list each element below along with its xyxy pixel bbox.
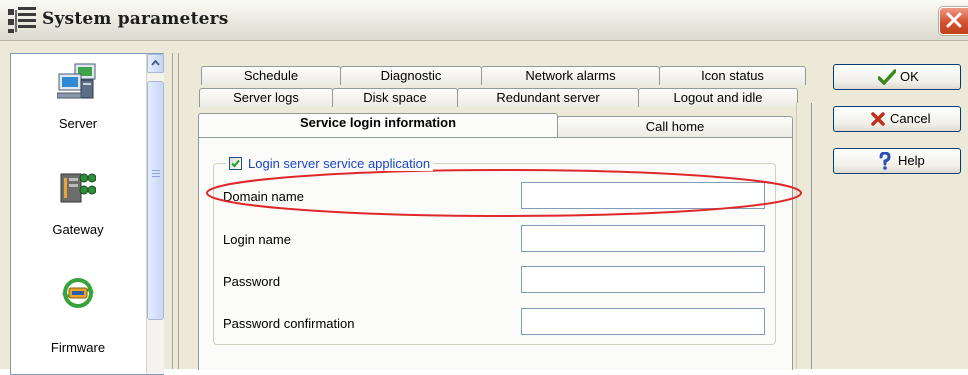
- group-title-text: Login server service application: [248, 156, 431, 171]
- login-name-label: Login name: [223, 232, 291, 247]
- cancel-x-icon: [871, 112, 885, 126]
- tab-redundant-server[interactable]: Redundant server: [457, 88, 639, 107]
- login-name-input[interactable]: [521, 225, 765, 252]
- sidebar-item-firmware[interactable]: Firmware: [11, 264, 145, 364]
- ok-button[interactable]: OK: [833, 64, 961, 90]
- cancel-label: Cancel: [890, 111, 931, 126]
- close-icon: [946, 12, 962, 28]
- domain-name-input[interactable]: [521, 182, 765, 209]
- firmware-icon: [62, 278, 94, 308]
- checkmark-icon: [231, 159, 240, 168]
- sidebar-item-server[interactable]: Server: [11, 54, 145, 144]
- login-service-checkbox[interactable]: [229, 157, 242, 170]
- password-label: Password: [223, 274, 281, 289]
- system-parameters-icon: [8, 7, 36, 33]
- window-title: System parameters: [42, 9, 229, 29]
- panel-divider: [178, 53, 179, 369]
- sidebar-item-label: Server: [58, 116, 98, 131]
- help-question-icon: [879, 152, 891, 170]
- tab-diagnostic[interactable]: Diagnostic: [340, 66, 482, 85]
- login-service-checkbox-label[interactable]: Login server service application: [226, 156, 434, 171]
- scroll-up-button[interactable]: [147, 54, 164, 73]
- password-input[interactable]: [521, 266, 765, 293]
- sidebar-item-gateway[interactable]: Gateway: [11, 154, 145, 244]
- gateway-icon: [60, 173, 96, 203]
- tab-panel-edge: [796, 103, 812, 369]
- help-button[interactable]: Help: [833, 148, 961, 174]
- tab-service-login-information[interactable]: Service login information: [198, 113, 558, 137]
- tab-disk-space[interactable]: Disk space: [332, 88, 458, 107]
- sidebar-item-label: Firmware: [50, 340, 106, 355]
- tab-call-home[interactable]: Call home: [557, 116, 793, 137]
- scroll-thumb[interactable]: [147, 81, 164, 320]
- ok-label: OK: [900, 69, 919, 84]
- password-confirmation-input[interactable]: [521, 308, 765, 335]
- tab-network-alarms[interactable]: Network alarms: [481, 66, 660, 85]
- tab-schedule[interactable]: Schedule: [201, 66, 341, 85]
- password-confirmation-label: Password confirmation: [223, 316, 355, 331]
- sidebar-item-label: Gateway: [52, 222, 104, 237]
- thumb-grip: [152, 173, 160, 174]
- tab-logout-and-idle[interactable]: Logout and idle: [638, 88, 798, 107]
- vertical-scrollbar[interactable]: [146, 54, 164, 374]
- checkmark-icon: [878, 69, 896, 85]
- chevron-up-icon: [151, 60, 160, 66]
- title-bar: System parameters: [0, 0, 968, 41]
- tab-server-logs[interactable]: Server logs: [199, 88, 333, 107]
- close-button[interactable]: [939, 7, 968, 35]
- panel-divider: [172, 53, 173, 369]
- server-icon: [57, 63, 96, 99]
- thumb-grip: [152, 170, 160, 171]
- help-label: Help: [898, 153, 925, 168]
- tab-icon-status[interactable]: Icon status: [659, 66, 806, 85]
- cancel-button[interactable]: Cancel: [833, 106, 961, 132]
- category-list: Server Gateway Firmware: [10, 53, 164, 375]
- thumb-grip: [152, 176, 160, 177]
- domain-name-label: Domain name: [223, 189, 304, 204]
